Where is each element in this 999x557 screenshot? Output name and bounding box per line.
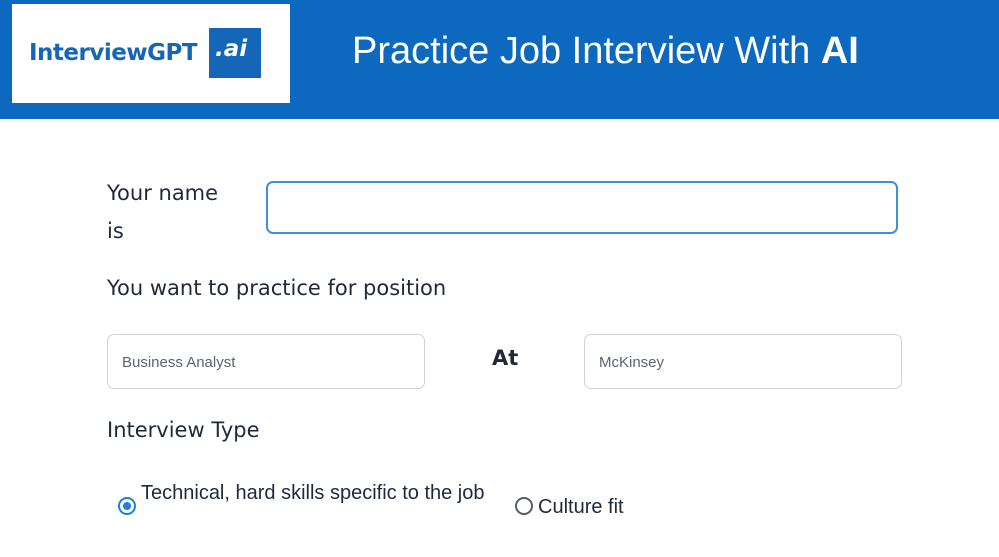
- technical-radio[interactable]: [118, 497, 136, 515]
- position-input[interactable]: Business Analyst: [107, 334, 425, 389]
- page-title-prefix: Practice Job Interview With: [352, 30, 821, 72]
- name-input[interactable]: [266, 181, 898, 234]
- page-title: Practice Job Interview With AI: [352, 30, 859, 73]
- page-title-bold: AI: [820, 30, 859, 72]
- logo-text: InterviewGPT: [29, 40, 198, 66]
- position-label: You want to practice for position: [107, 276, 447, 300]
- culture-fit-option-label[interactable]: Culture fit: [538, 492, 624, 522]
- technical-option-label[interactable]: Technical, hard skills specific to the j…: [141, 478, 501, 508]
- interview-type-label: Interview Type: [107, 418, 260, 442]
- at-label: At: [492, 346, 519, 370]
- culture-fit-radio[interactable]: [515, 497, 533, 515]
- company-input[interactable]: McKinsey: [584, 334, 902, 389]
- logo[interactable]: InterviewGPT .ai: [12, 4, 290, 103]
- name-label: Your name is: [107, 181, 219, 243]
- logo-badge: .ai: [209, 28, 261, 78]
- logo-badge-text: .ai: [215, 36, 248, 62]
- header-bar: InterviewGPT .ai Practice Job Interview …: [0, 0, 999, 119]
